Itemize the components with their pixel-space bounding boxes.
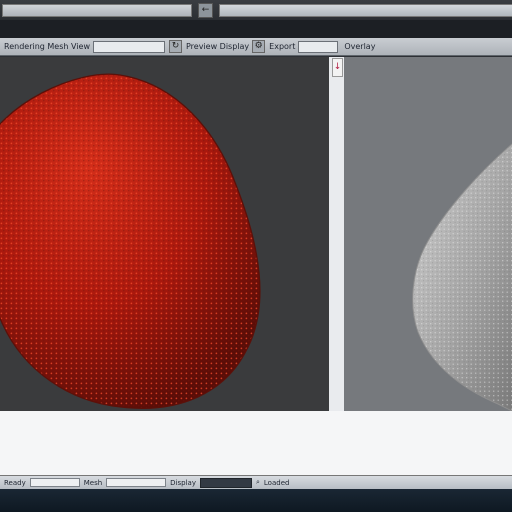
status-bar: Ready Mesh Display ⌕ Loaded [0,475,512,489]
app-window: ← Rendering Mesh View ↻ Preview Display … [0,0,512,512]
viewer-toolbar: Rendering Mesh View ↻ Preview Display ⚙ … [0,38,512,56]
address-bar-right[interactable] [219,4,512,17]
filter-icon[interactable]: ⌕ [254,478,262,487]
status-field-primary[interactable] [29,478,80,487]
status-field-secondary[interactable] [106,478,167,487]
refresh-icon[interactable]: ↻ [168,40,182,53]
status-item-ready: Ready [4,478,26,487]
toolbar-search-field[interactable] [92,40,165,53]
left-viewport[interactable] [0,57,329,411]
toolbar-item-export[interactable]: Export [267,41,297,52]
toolbar-item-preview[interactable]: Preview Display [184,41,251,52]
red-mesh-render [0,73,261,409]
taskbar [0,489,512,512]
marker-icon[interactable]: ↓ [332,58,343,77]
toolbar-item-overlay[interactable]: Overlay [342,41,377,52]
address-bar-left[interactable] [2,4,192,17]
status-item-display: Display [170,478,196,487]
right-viewport[interactable] [344,57,512,411]
gray-mesh-render [412,143,512,411]
settings-icon[interactable]: ⚙ [252,40,266,53]
toolbar-item-view[interactable]: Rendering Mesh View [2,41,92,52]
status-progress [199,477,252,488]
status-item-loaded: Loaded [263,478,290,487]
title-strip: ← [0,0,512,20]
back-icon[interactable]: ← [198,3,213,18]
window-gap [0,20,512,38]
viewport-splitter[interactable] [329,57,344,411]
status-item-mesh: Mesh [83,478,103,487]
toolbar-field-secondary[interactable] [298,40,339,53]
bottom-panel [0,411,512,475]
